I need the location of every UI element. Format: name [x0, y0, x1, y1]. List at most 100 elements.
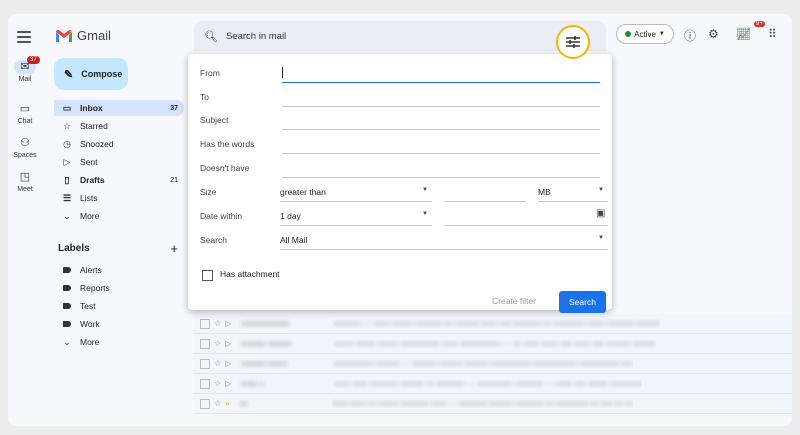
nav-inbox[interactable]: ▭ Inbox 37 [54, 100, 184, 116]
has-words-label: Has the words [200, 139, 255, 149]
label-item[interactable]: Test [54, 298, 184, 314]
chat-icon: ▭ [19, 103, 31, 115]
importance-icon[interactable]: ▷ [225, 359, 231, 368]
nav-starred[interactable]: ☆ Starred [54, 118, 184, 134]
date-within-select[interactable]: 1 day [280, 211, 301, 221]
star-icon[interactable]: ☆ [214, 339, 221, 348]
search-icon: 🔍︎ [204, 30, 218, 43]
label-icon [60, 265, 74, 275]
calendar-icon[interactable]: ▣ [596, 208, 605, 219]
star-icon[interactable]: ☆ [214, 379, 221, 388]
label-item[interactable]: Work [54, 316, 184, 332]
size-value-field[interactable] [444, 201, 526, 202]
importance-icon[interactable]: ▷ [225, 379, 231, 388]
inbox-icon: ▭ [62, 102, 72, 113]
video-icon: ◳ [19, 171, 31, 183]
gmail-logo[interactable]: Gmail [56, 28, 111, 43]
text-cursor [282, 67, 283, 78]
nav-sent-label: Sent [80, 157, 98, 167]
labels-more[interactable]: ⌄ More [54, 334, 184, 350]
caret-down-icon: ▼ [422, 187, 428, 193]
star-icon[interactable]: ☆ [214, 319, 221, 328]
status-selector[interactable]: Active ▼ [616, 24, 674, 44]
apps-grid-icon[interactable]: ⠿ [768, 27, 777, 41]
mail-unread-badge: 37 [27, 56, 40, 64]
doesnt-have-row: Doesn't have [200, 160, 600, 178]
size-unit-select[interactable]: MB [538, 187, 551, 197]
has-words-row: Has the words [200, 136, 600, 154]
importance-icon[interactable]: » [225, 399, 229, 408]
nav-drafts-label: Drafts [80, 175, 105, 185]
compose-button[interactable]: ✎ Compose [54, 58, 128, 90]
nav-inbox-count: 37 [170, 104, 178, 112]
rail-meet[interactable]: ◳ Meet [8, 170, 42, 193]
rail-spaces-label: Spaces [13, 152, 37, 159]
search-input[interactable]: Search in mail [226, 31, 286, 42]
star-icon[interactable]: ☆ [214, 359, 221, 368]
status-dot [625, 31, 632, 37]
date-field[interactable] [444, 225, 608, 226]
nav-snoozed-label: Snoozed [80, 139, 114, 149]
nav-sent[interactable]: ▷ Sent [54, 154, 184, 170]
nav-starred-label: Starred [80, 121, 108, 131]
doesnt-have-field[interactable] [282, 177, 600, 178]
nav-snoozed[interactable]: ◷ Snoozed [54, 136, 184, 152]
rail-spaces[interactable]: ⚇ Spaces [8, 136, 42, 159]
to-row: To [200, 89, 600, 107]
label-item-name: Alerts [80, 265, 102, 275]
table-row[interactable]: ☆ ▷ xxxxxx xxxxx xxxxxxxxxx xxxxxx — xxxxxx… [194, 354, 792, 374]
subject-field[interactable] [282, 129, 600, 130]
importance-icon[interactable]: ▷ [225, 319, 231, 328]
nav-more[interactable]: ⌄ More [54, 208, 184, 224]
search-options-icon[interactable] [556, 25, 590, 59]
label-icon [60, 301, 74, 311]
add-label-button[interactable]: + [170, 241, 178, 256]
has-words-field[interactable] [282, 153, 600, 154]
chevron-down-icon: ⌄ [63, 336, 71, 347]
create-filter-button[interactable]: Create filter [492, 296, 536, 306]
nav-lists[interactable]: ☰ Lists [54, 190, 184, 206]
rail-mail[interactable]: ✉ 37 Mail [8, 56, 42, 83]
importance-icon[interactable]: ▷ [225, 339, 231, 348]
spaces-icon: ⚇ [20, 137, 30, 149]
search-bar[interactable]: 🔍︎ Search in mail [194, 21, 606, 51]
date-row: Date within 1 day ▼ ▣ [200, 208, 608, 226]
help-icon[interactable]: ⓘ [684, 27, 696, 44]
from-field[interactable] [282, 82, 600, 83]
notification-badge: 9+ [754, 21, 765, 27]
table-row[interactable]: ☆ ▷ xxxx x xxxx xxxx xxxxxxx xxxxxx xx xxxx… [194, 374, 792, 394]
caret-down-icon: ▼ [658, 31, 665, 37]
search-scope-select[interactable]: All Mail [280, 235, 307, 245]
star-icon[interactable]: ☆ [214, 399, 221, 408]
search-scope-underline [280, 249, 608, 250]
compose-label: Compose [81, 69, 123, 79]
rail-mail-label: Mail [18, 76, 32, 83]
main-menu-icon[interactable] [17, 28, 31, 46]
nav-drafts-count: 21 [170, 176, 178, 184]
chart-addon-icon[interactable]: 📈︎ [736, 27, 751, 41]
send-icon: ▷ [63, 156, 71, 167]
table-row[interactable]: ☆ ▷ xxxxxxxxxxxx xxxxxxx — xxxx xxxxx xxxxx… [194, 314, 792, 334]
label-item[interactable]: Reports [54, 280, 184, 296]
from-row: From [200, 65, 600, 83]
search-button[interactable]: Search [559, 291, 606, 313]
caret-down-icon: ▼ [422, 211, 428, 217]
date-within-underline [280, 225, 432, 226]
has-attachment-label: Has attachment [220, 269, 280, 279]
label-item[interactable]: Alerts [54, 262, 184, 278]
nav-drafts[interactable]: ▯ Drafts 21 [54, 172, 184, 188]
to-field[interactable] [282, 106, 600, 107]
size-operator-select[interactable]: greater than [280, 187, 326, 197]
has-attachment-checkbox[interactable] [202, 270, 213, 281]
table-row[interactable]: ☆» xx xxxx xxxx xx xxxxx xxxxxxx xxxx — xx… [194, 394, 792, 414]
gmail-window: ✉ 37 Mail ▭ Chat ⚇ Spaces ◳ Meet Gmail ✎… [8, 14, 792, 426]
chevron-down-icon: ⌄ [63, 210, 71, 221]
search-scope-label: Search [200, 235, 227, 245]
table-row[interactable]: ☆ ▷ xxxxxx xxxxxx xxxxx xxxxx xxxxx xxxxxxx… [194, 334, 792, 354]
rail-chat[interactable]: ▭ Chat [8, 102, 42, 125]
settings-icon[interactable]: ⚙ [708, 27, 719, 41]
nav-more-label: More [80, 211, 100, 221]
rail-chat-label: Chat [17, 118, 33, 125]
size-label: Size [200, 187, 217, 197]
label-item-name: Reports [80, 283, 110, 293]
